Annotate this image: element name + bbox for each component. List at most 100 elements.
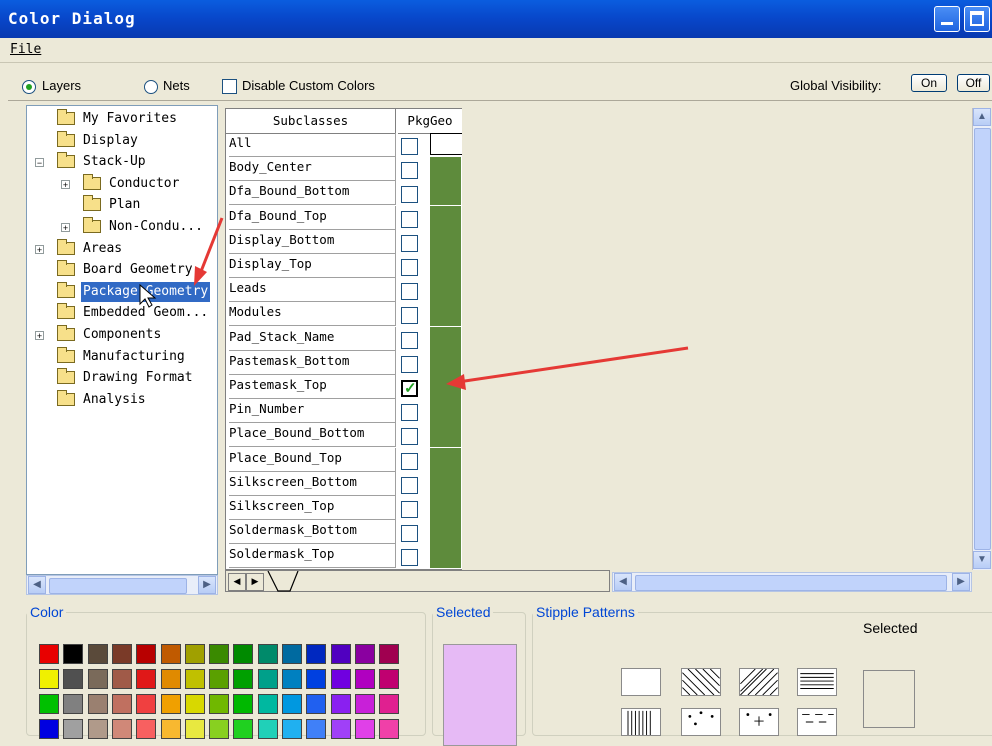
color-swatch[interactable] [430,326,461,351]
palette-color[interactable] [233,644,254,664]
palette-color[interactable] [379,669,400,689]
palette-color[interactable] [282,719,302,739]
palette-color[interactable] [209,694,230,714]
expand-icon[interactable]: + [61,179,70,189]
palette-color[interactable] [111,694,132,714]
visibility-checkbox[interactable] [401,307,418,325]
palette-color[interactable] [379,719,400,739]
color-swatch[interactable] [430,544,461,569]
palette-color[interactable] [306,644,327,664]
stipple-horizontal[interactable] [797,668,837,696]
palette-color[interactable] [306,694,327,714]
palette-color[interactable] [354,669,375,689]
stipple-solid[interactable] [621,668,661,696]
visibility-checkbox[interactable] [401,452,418,470]
grid-hscrollbar[interactable]: ◀ ▶ [612,572,972,592]
grid-vscrollbar[interactable]: ▲ ▼ [972,108,991,570]
color-swatch[interactable] [430,447,461,472]
visibility-checkbox[interactable] [401,138,418,155]
color-swatch[interactable] [430,302,461,327]
palette-color[interactable] [233,669,254,689]
color-swatch[interactable] [430,254,461,278]
palette-color[interactable] [257,694,278,714]
palette-color[interactable] [184,694,205,714]
palette-color[interactable] [306,719,327,739]
visibility-checkbox[interactable] [401,476,418,494]
color-swatch[interactable] [430,205,461,230]
palette-color[interactable] [330,669,351,689]
palette-color[interactable] [63,719,84,739]
grid-scroll-right-icon[interactable]: ▶ [952,573,970,591]
stipple-dots[interactable] [681,708,721,736]
palette-color[interactable] [39,694,59,714]
palette-color[interactable] [354,694,375,714]
tab-next-icon[interactable]: ▶ [246,573,264,591]
visibility-checkbox[interactable] [401,404,418,422]
color-swatch[interactable] [430,423,461,448]
palette-color[interactable] [379,694,400,714]
palette-color[interactable] [136,719,157,739]
stipple-diagonal-forward[interactable] [739,668,779,696]
layers-radio[interactable] [22,80,36,94]
palette-color[interactable] [330,694,351,714]
minimize-button[interactable] [934,6,960,32]
palette-color[interactable] [39,669,59,689]
palette-color[interactable] [330,719,351,739]
palette-color[interactable] [184,669,205,689]
palette-color[interactable] [63,644,84,664]
palette-color[interactable] [160,669,181,689]
scroll-left-icon[interactable]: ◀ [28,576,46,594]
palette-color[interactable] [306,669,327,689]
palette-color[interactable] [184,644,205,664]
palette-color[interactable] [39,719,59,739]
expand-icon[interactable]: + [35,244,44,254]
palette-color[interactable] [87,719,108,739]
color-swatch[interactable] [430,496,461,520]
visibility-checkbox[interactable] [401,428,418,446]
stipple-cross[interactable] [739,708,779,736]
visibility-checkbox[interactable] [401,331,418,349]
color-swatch[interactable] [430,520,461,545]
sheet-tab-icon[interactable] [266,571,302,593]
visibility-off-button[interactable]: Off [957,74,990,92]
visibility-checkbox[interactable] [401,186,418,204]
visibility-checkbox[interactable] [401,259,418,276]
visibility-checkbox[interactable] [401,549,418,567]
palette-color[interactable] [282,644,302,664]
grid-hscroll-thumb[interactable] [635,575,947,591]
visibility-on-button[interactable]: On [911,74,947,92]
palette-color[interactable] [111,669,132,689]
palette-color[interactable] [136,644,157,664]
palette-color[interactable] [282,694,302,714]
palette-color[interactable] [160,719,181,739]
palette-color[interactable] [233,719,254,739]
palette-color[interactable] [282,669,302,689]
color-swatch[interactable] [430,471,461,496]
expand-icon[interactable]: + [35,331,44,341]
color-swatch[interactable] [430,375,461,399]
visibility-checkbox[interactable] [401,162,418,180]
visibility-checkbox[interactable] [401,234,418,252]
visibility-checkbox[interactable] [401,525,418,543]
palette-color[interactable] [354,719,375,739]
palette-color[interactable] [87,669,108,689]
palette-color[interactable] [87,694,108,714]
palette-color[interactable] [257,719,278,739]
palette-color[interactable] [136,669,157,689]
palette-color[interactable] [354,644,375,664]
color-swatch[interactable] [430,133,463,155]
vscroll-thumb[interactable] [974,128,991,550]
palette-color[interactable] [379,644,400,664]
palette-color[interactable] [160,694,181,714]
palette-color[interactable] [209,644,230,664]
palette-color[interactable] [257,669,278,689]
palette-color[interactable] [111,719,132,739]
scroll-up-icon[interactable]: ▲ [973,108,991,126]
color-swatch[interactable] [430,229,461,254]
scroll-down-icon[interactable]: ▼ [973,551,991,569]
palette-color[interactable] [257,644,278,664]
visibility-checkbox[interactable] [401,210,418,228]
color-swatch[interactable] [430,181,461,206]
visibility-checkbox[interactable] [401,379,418,397]
scroll-thumb[interactable] [49,578,187,594]
